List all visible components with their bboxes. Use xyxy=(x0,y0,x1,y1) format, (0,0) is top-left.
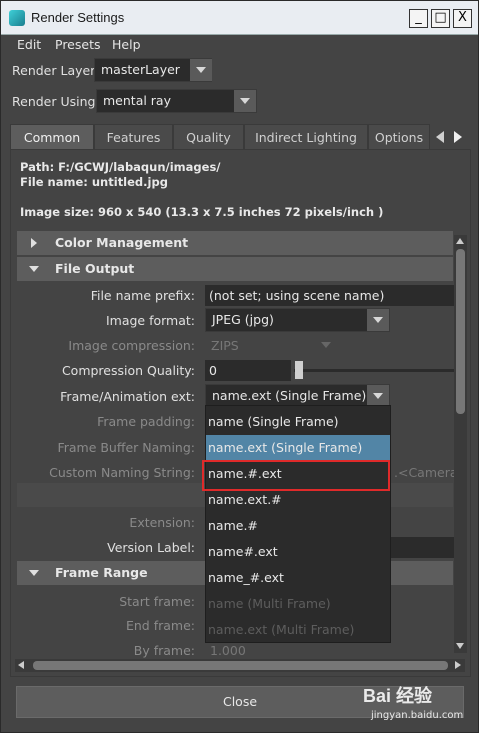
scroll-left-icon[interactable] xyxy=(18,661,24,669)
menu-presets[interactable]: Presets xyxy=(55,37,101,52)
tab-scroll-right-icon[interactable] xyxy=(452,129,464,145)
render-layer-dropdown[interactable]: masterLayer xyxy=(94,58,212,82)
output-path: Path: F:/GCWJ/labaqun/images/ xyxy=(20,160,221,174)
option-name-multi-frame: name (Multi Frame) xyxy=(208,596,331,611)
chevron-down-icon xyxy=(321,342,331,348)
tab-quality[interactable]: Quality xyxy=(173,124,244,150)
custom-naming-string-value[interactable]: .<Camera xyxy=(394,465,458,480)
section-color-management-title: Color Management xyxy=(55,235,189,250)
menu-bar: Edit Presets Help xyxy=(1,35,478,55)
option-namehash-ext[interactable]: name#.ext xyxy=(206,539,390,565)
compression-quality-slider-track[interactable] xyxy=(294,369,454,372)
menu-help[interactable]: Help xyxy=(112,37,141,52)
option-name-underscore-hash-ext[interactable]: name_#.ext xyxy=(206,565,390,591)
chevron-down-icon xyxy=(234,90,256,112)
scroll-down-icon[interactable] xyxy=(456,643,464,649)
menu-edit[interactable]: Edit xyxy=(17,37,41,52)
maya-app-icon xyxy=(9,10,25,26)
render-layer-value: masterLayer xyxy=(101,62,180,77)
section-file-output[interactable]: File Output xyxy=(17,257,453,281)
image-format-value: JPEG (jpg) xyxy=(212,312,274,327)
horizontal-scrollbar-thumb[interactable] xyxy=(33,661,448,670)
vertical-scrollbar-thumb[interactable] xyxy=(456,249,465,414)
extension-label: Extension: xyxy=(129,515,195,530)
vertical-scrollbar[interactable] xyxy=(454,235,467,653)
frame-buffer-naming-label: Frame Buffer Naming: xyxy=(57,440,195,455)
frame-padding-label: Frame padding: xyxy=(97,414,195,429)
close-window-button[interactable]: X xyxy=(453,9,472,28)
tab-features[interactable]: Features xyxy=(94,124,173,150)
chevron-down-icon xyxy=(190,59,212,81)
scroll-right-icon[interactable] xyxy=(455,661,461,669)
image-compression-label: Image compression: xyxy=(68,338,195,353)
end-frame-label: End frame: xyxy=(125,618,195,633)
compression-quality-input[interactable]: 0 xyxy=(205,360,291,381)
render-using-value: mental ray xyxy=(103,93,171,108)
highlight-annotation-box xyxy=(202,460,390,491)
image-format-dropdown[interactable]: JPEG (jpg) xyxy=(205,308,390,332)
frame-ext-options-list: name (Single Frame) name.ext (Single Fra… xyxy=(205,405,391,643)
watermark-url: jingyan.baidu.com xyxy=(371,710,464,721)
watermark-brand: Bai 经验 xyxy=(363,686,433,706)
by-frame-value[interactable]: 1.000 xyxy=(210,643,246,658)
start-frame-label: Start frame: xyxy=(119,594,195,609)
render-layer-label: Render Layer xyxy=(12,63,96,78)
title-bar[interactable]: Render Settings _ □ X xyxy=(1,1,478,35)
minimize-button[interactable]: _ xyxy=(409,9,428,28)
custom-naming-string-label: Custom Naming String: xyxy=(49,465,195,480)
horizontal-scrollbar[interactable] xyxy=(15,659,465,672)
image-compression-value: ZIPS xyxy=(211,338,239,353)
frame-animation-ext-value: name.ext (Single Frame) xyxy=(212,388,367,403)
tab-scroll-left-icon[interactable] xyxy=(434,129,446,145)
compression-quality-slider-handle[interactable] xyxy=(295,361,303,379)
image-size-info: Image size: 960 x 540 (13.3 x 7.5 inches… xyxy=(20,205,384,219)
expanded-arrow-icon xyxy=(29,570,39,576)
render-using-label: Render Using xyxy=(12,94,96,109)
section-frame-range-title: Frame Range xyxy=(55,565,148,580)
render-settings-window: Render Settings _ □ X Edit Presets Help … xyxy=(0,0,479,733)
window-title: Render Settings xyxy=(31,10,125,25)
maximize-button[interactable]: □ xyxy=(431,9,450,28)
baidu-jingyan-watermark: Bai 经验 jingyan.baidu.com xyxy=(363,682,473,722)
scroll-up-icon[interactable] xyxy=(456,238,464,244)
option-name-ext-multi-frame: name.ext (Multi Frame) xyxy=(208,622,355,637)
option-name-ext-single-frame[interactable]: name.ext (Single Frame) xyxy=(206,435,390,461)
chevron-down-icon xyxy=(367,385,389,407)
render-using-dropdown[interactable]: mental ray xyxy=(96,89,257,113)
section-color-management[interactable]: Color Management xyxy=(17,231,453,255)
output-file-name: File name: untitled.jpg xyxy=(20,175,168,189)
file-name-prefix-label: File name prefix: xyxy=(90,288,195,303)
image-format-label: Image format: xyxy=(105,313,195,328)
file-name-prefix-input[interactable]: (not set; using scene name) xyxy=(205,285,455,306)
by-frame-label: By frame: xyxy=(133,643,195,658)
option-name-hash[interactable]: name.# xyxy=(206,513,390,539)
expanded-arrow-icon xyxy=(29,266,39,272)
frame-animation-ext-label: Frame/Animation ext: xyxy=(60,389,195,404)
version-label-label: Version Label: xyxy=(107,540,195,555)
chevron-down-icon xyxy=(367,309,389,331)
section-file-output-title: File Output xyxy=(55,261,135,276)
tab-indirect-lighting[interactable]: Indirect Lighting xyxy=(244,124,368,150)
option-name-single-frame[interactable]: name (Single Frame) xyxy=(206,409,390,435)
tab-options[interactable]: Options xyxy=(368,124,430,150)
compression-quality-label: Compression Quality: xyxy=(61,363,195,378)
collapsed-arrow-icon xyxy=(31,238,37,248)
tab-bar: Common Features Quality Indirect Lightin… xyxy=(10,124,471,150)
tab-common[interactable]: Common xyxy=(10,124,94,150)
